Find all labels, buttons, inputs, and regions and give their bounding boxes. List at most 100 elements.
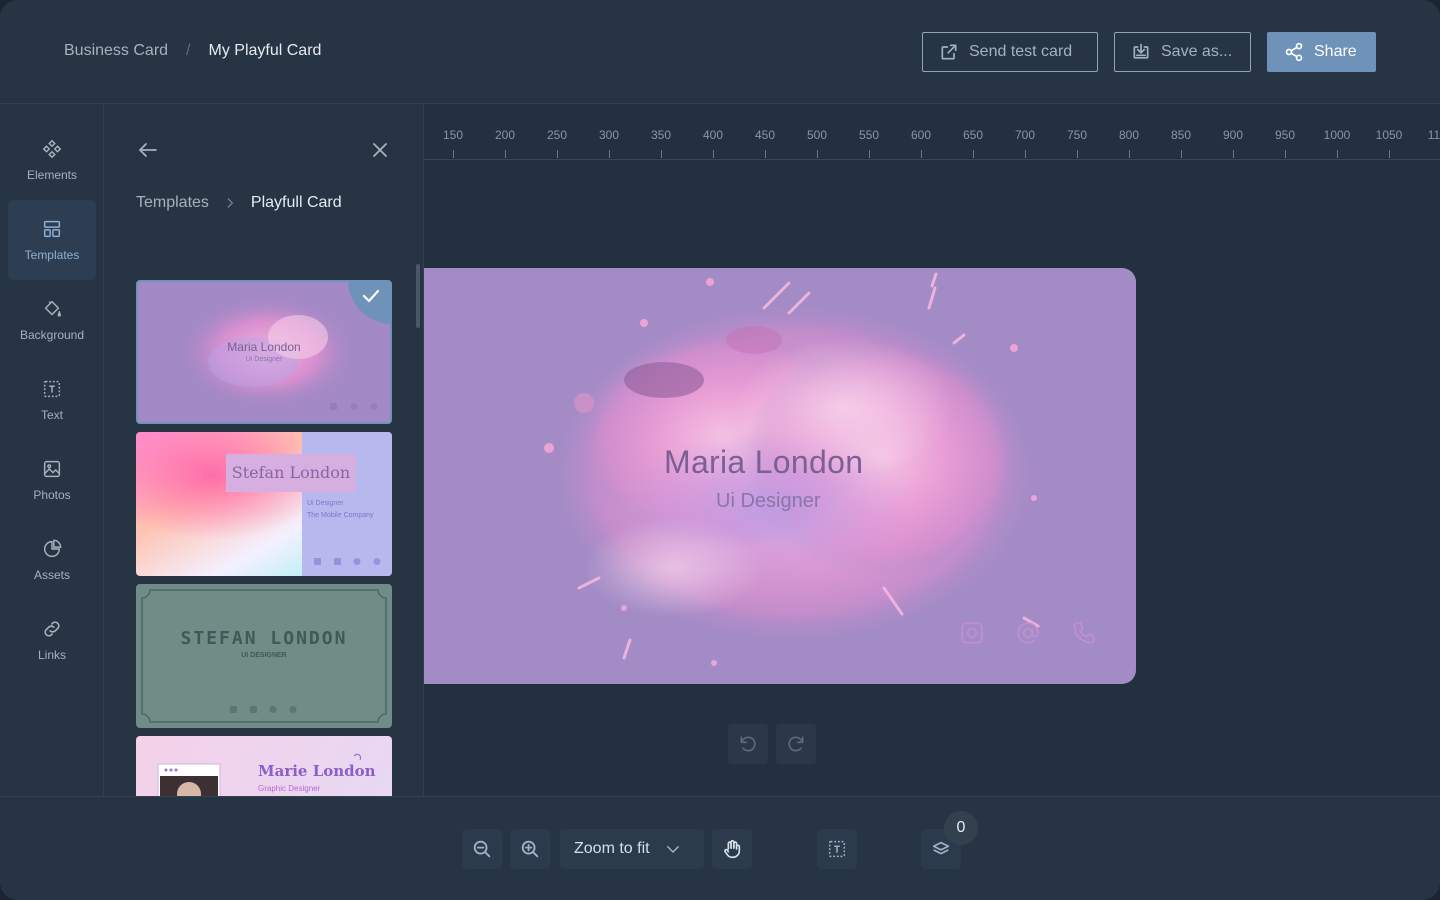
undo-button[interactable] xyxy=(728,724,768,764)
breadcrumb-current: My Playful Card xyxy=(208,42,322,59)
nav-item-elements[interactable]: Elements xyxy=(8,120,96,200)
template-card-maria[interactable]: Maria London Ui Designer xyxy=(136,280,392,424)
share-icon xyxy=(1285,42,1303,62)
template-subtitle: UI DESIGNER xyxy=(241,652,287,659)
ruler-tick-mark xyxy=(1337,150,1338,158)
ruler-tick: 11 xyxy=(1427,128,1440,142)
redo-button[interactable] xyxy=(776,724,816,764)
template-name: Marie London xyxy=(258,762,376,780)
ruler-tick: 950 xyxy=(1274,128,1296,142)
checkmark-icon xyxy=(348,282,390,324)
breadcrumb-separator: / xyxy=(186,42,191,59)
nav-item-templates[interactable]: Templates xyxy=(8,200,96,280)
ruler-tick: 750 xyxy=(1066,128,1088,142)
at-icon[interactable] xyxy=(1015,620,1041,646)
ruler-tick-mark xyxy=(1129,150,1130,158)
pan-tool-button[interactable] xyxy=(712,829,752,869)
pie-chart-icon xyxy=(43,539,62,558)
chevron-right-icon xyxy=(227,198,234,208)
zoom-in-button[interactable] xyxy=(510,829,550,869)
templates-icon xyxy=(43,220,61,238)
nav-item-photos[interactable]: Photos xyxy=(8,440,96,520)
redo-icon xyxy=(788,736,804,752)
ruler-tick-mark xyxy=(713,150,714,158)
instagram-icon[interactable] xyxy=(959,620,985,646)
nav-label-photos: Photos xyxy=(33,488,71,502)
nav-label-assets: Assets xyxy=(33,568,70,582)
horizontal-ruler: 150 200 250 300 350 400 450 500 550 600 … xyxy=(424,104,1440,160)
ruler-tick: 200 xyxy=(494,128,516,142)
ruler-tick: 500 xyxy=(806,128,828,142)
card-name[interactable]: Maria London xyxy=(664,444,863,481)
ruler-tick: 600 xyxy=(910,128,932,142)
link-icon xyxy=(44,621,60,637)
ruler-tick-mark xyxy=(661,150,662,158)
template-name: Maria London xyxy=(227,340,301,354)
zoom-out-button[interactable] xyxy=(462,829,502,869)
nav-item-text[interactable]: Text xyxy=(8,360,96,440)
ruler-tick-mark xyxy=(1389,150,1390,158)
template-card-stefan-gradient[interactable]: Stefan London Ui Designer The Mobile Com… xyxy=(136,432,392,576)
paint-bucket-icon xyxy=(44,300,61,317)
chevron-down-icon xyxy=(666,846,679,854)
template-card-marie[interactable]: Marie London Graphic Designer xyxy=(136,736,392,796)
template-name: STEFAN LONDON xyxy=(180,628,348,649)
back-arrow-icon[interactable] xyxy=(136,138,160,162)
send-test-card-label: Send test card xyxy=(969,43,1073,60)
ruler-tick-mark xyxy=(1285,150,1286,158)
ruler-tick: 450 xyxy=(754,128,776,142)
ruler-tick: 400 xyxy=(702,128,724,142)
ruler-tick: 1000 xyxy=(1323,128,1351,142)
panel-scrollbar[interactable] xyxy=(416,264,420,328)
zoom-select-value: Zoom to fit xyxy=(574,840,650,857)
template-name: Stefan London xyxy=(231,463,351,482)
ruler-tick: 800 xyxy=(1118,128,1140,142)
text-tool-button[interactable] xyxy=(817,829,857,869)
left-nav: Elements Templates Background Text Photo… xyxy=(0,104,104,796)
share-label: Share xyxy=(1314,43,1357,60)
ruler-tick-mark xyxy=(973,150,974,158)
panel-breadcrumb: Templates Playfull Card xyxy=(136,194,342,212)
header: Business Card / My Playful Card Send tes… xyxy=(0,0,1440,104)
nav-label-templates: Templates xyxy=(24,248,80,262)
business-card[interactable]: Maria London Ui Designer xyxy=(424,268,1136,684)
design-canvas[interactable]: 150 200 250 300 350 400 450 500 550 600 … xyxy=(424,104,1440,796)
template-subtitle: Ui Designer xyxy=(307,500,344,507)
nav-item-background[interactable]: Background xyxy=(8,280,96,360)
template-card-stefan-retro[interactable]: STEFAN LONDON UI DESIGNER xyxy=(136,584,392,728)
panel-crumb-templates[interactable]: Templates xyxy=(136,194,209,212)
send-test-card-button[interactable]: Send test card xyxy=(922,32,1098,72)
ruler-tick: 250 xyxy=(546,128,568,142)
ruler-tick-mark xyxy=(817,150,818,158)
breadcrumb: Business Card / My Playful Card xyxy=(64,42,321,60)
ruler-tick-mark xyxy=(1025,150,1026,158)
undo-icon xyxy=(740,736,756,752)
ruler-tick: 650 xyxy=(962,128,984,142)
ruler-tick: 700 xyxy=(1014,128,1036,142)
nav-item-assets[interactable]: Assets xyxy=(8,520,96,600)
nav-label-links: Links xyxy=(37,648,66,662)
ruler-tick: 300 xyxy=(598,128,620,142)
ruler-tick: 550 xyxy=(858,128,880,142)
ruler-tick: 1050 xyxy=(1375,128,1403,142)
share-button[interactable]: Share xyxy=(1267,32,1376,72)
close-icon[interactable] xyxy=(368,138,392,162)
external-link-icon xyxy=(941,44,957,60)
nav-item-links[interactable]: Links xyxy=(8,600,96,680)
ruler-tick-mark xyxy=(609,150,610,158)
ruler-tick-mark xyxy=(1077,150,1078,158)
ruler-tick-mark xyxy=(557,150,558,158)
bottom-toolbar: Zoom to fit 0 xyxy=(0,796,1440,900)
text-box-icon xyxy=(828,840,846,858)
nav-label-background: Background xyxy=(19,328,85,342)
ruler-tick-mark xyxy=(1233,150,1234,158)
template-company: The Mobile Company xyxy=(307,512,374,519)
panel-crumb-current: Playfull Card xyxy=(250,194,342,211)
save-as-label: Save as... xyxy=(1161,43,1233,60)
breadcrumb-root[interactable]: Business Card xyxy=(64,42,168,60)
save-as-button[interactable]: Save as... xyxy=(1114,32,1251,72)
phone-icon[interactable] xyxy=(1071,620,1097,646)
zoom-select[interactable]: Zoom to fit xyxy=(560,829,704,869)
nav-label-text: Text xyxy=(40,408,63,422)
card-role[interactable]: Ui Designer xyxy=(716,490,820,513)
